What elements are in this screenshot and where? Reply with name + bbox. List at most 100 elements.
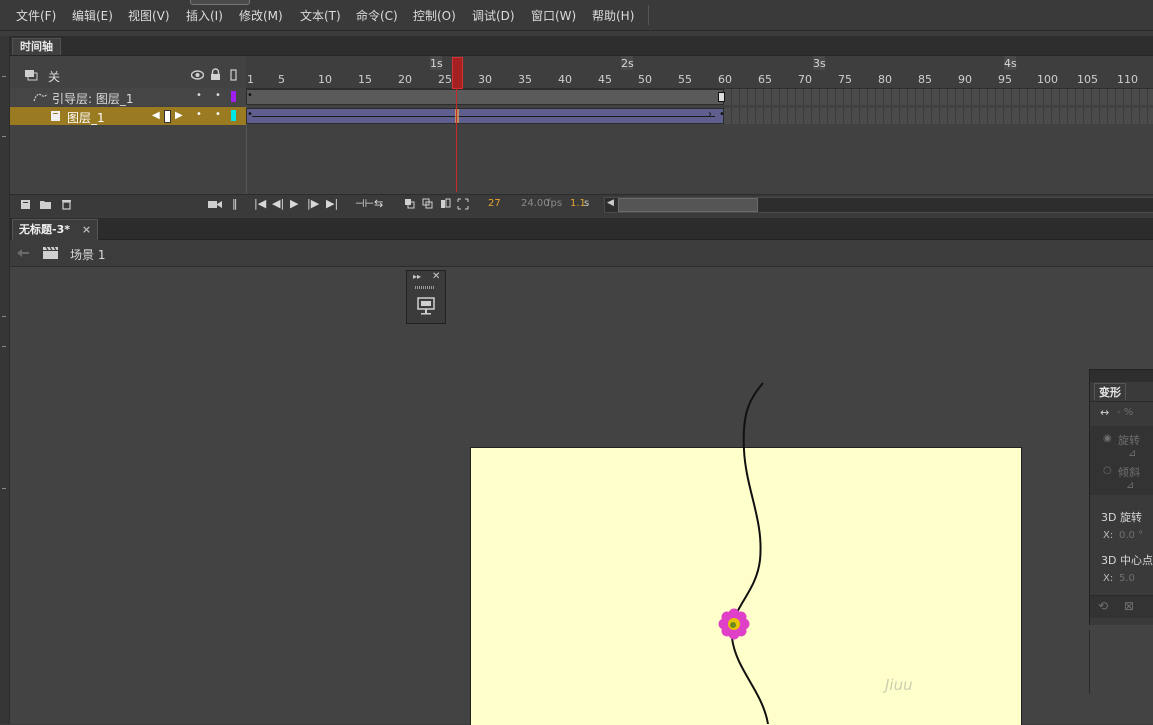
menu-view[interactable]: 视图(V) [128,7,170,24]
guide-layer-icon [33,93,48,102]
transform-panel: 变形 ↔ - % ◉ 旋转 ⊿ ○ 倾斜 ⊿ 3D 旋转 X: 0.0 ° 3D… [1089,369,1153,625]
loop-icon[interactable]: ⇆ [374,198,383,210]
lock-icon[interactable] [210,68,221,81]
frame-number: 75 [838,73,852,86]
show-all-layers-icon[interactable] [24,69,38,81]
menu-insert[interactable]: 插入(I) [186,7,223,24]
document-tab-title: 无标题-3* [19,223,70,236]
tween-arrow-line [252,116,715,117]
frame-number: 45 [598,73,612,86]
current-frame-value[interactable]: 27 [488,198,501,209]
center-frame-icon[interactable]: ⊣⊢ [355,198,374,210]
empty-frames[interactable] [724,89,1153,105]
motion-guide-path[interactable] [700,370,800,724]
close-icon[interactable]: ✕ [432,271,440,282]
play-icon[interactable]: ▶ [290,198,298,210]
frame-number: 10 [318,73,332,86]
menu-window[interactable]: 窗口(W) [531,7,576,24]
menu-debug[interactable]: 调试(D) [472,7,515,24]
lock-dot[interactable]: • [215,90,221,101]
workspace-switcher-handle[interactable] [190,0,250,5]
expand-panel-icon[interactable]: ▸▸ [413,272,421,281]
onion-skin-icon[interactable] [404,198,415,209]
skew-radio[interactable]: ○ [1103,465,1112,476]
second-label: 3s [813,57,826,70]
layer-row-guide[interactable]: 引导层: 图层_1 • • [10,88,246,106]
scroll-left-icon[interactable]: ◀ [607,198,614,208]
link-scale-icon[interactable]: ↔ [1100,406,1109,419]
skew-angle-icon: ⊿ [1126,480,1135,491]
delete-icon[interactable] [61,198,72,210]
edit-multiple-frames-icon[interactable] [440,198,451,209]
first-frame-icon[interactable]: |◀ [254,198,266,210]
prev-keyframe-icon[interactable]: ◀ [152,110,160,121]
camera-icon[interactable] [208,200,222,209]
layer-header-label: 关 [48,70,61,84]
visibility-dot[interactable]: • [196,109,202,120]
keyframe-dot[interactable]: • [247,90,253,101]
next-keyframe-icon[interactable]: ▶ [175,110,183,121]
step-forward-icon[interactable]: |▶ [307,198,319,210]
empty-frames[interactable] [724,108,1153,124]
document-tab[interactable]: 无标题-3* × [12,219,99,240]
layer-color-swatch[interactable] [231,91,236,102]
eye-icon[interactable] [191,70,204,80]
reset-transform-icon[interactable]: ⊠ [1124,599,1134,613]
new-folder-icon[interactable] [39,199,52,210]
duplicate-transform-icon[interactable]: ⟲ [1098,599,1108,613]
layer-row-selected[interactable]: 图层_1 ◀ ▶ • • [10,107,246,125]
panel-header[interactable] [1090,370,1153,382]
menu-file[interactable]: 文件(F) [16,7,56,24]
menu-commands[interactable]: 命令(C) [356,7,398,24]
menu-edit[interactable]: 编辑(E) [72,7,113,24]
step-back-icon[interactable]: ◀| [272,198,284,210]
panel-edge [1089,630,1090,694]
onion-outline-icon[interactable] [422,198,433,209]
add-keyframe-icon[interactable] [164,110,171,123]
frames-row-selected[interactable]: › • • [246,107,1153,125]
frame-number: 110 [1117,73,1138,86]
scene-label[interactable]: 场景 1 [70,246,105,263]
center3d-x-value[interactable]: 5.0 [1119,573,1135,584]
new-layer-icon[interactable] [20,199,32,210]
back-arrow-icon[interactable] [16,248,30,258]
last-frame-icon[interactable]: ▶| [326,198,338,210]
lock-dot[interactable]: • [215,109,221,120]
rotate3d-x-value[interactable]: 0.0 ° [1119,530,1143,541]
visibility-dot[interactable]: • [196,90,202,101]
output-panel-icon[interactable] [416,296,436,316]
panel-grip[interactable] [415,286,435,289]
keyframe-dot[interactable]: • [247,109,253,120]
frame-ruler[interactable]: 1s 2s 3s 4s 1 5 10 15 20 25 30 35 40 45 … [246,56,1153,89]
menubar-divider [648,5,649,25]
outline-icon[interactable] [230,69,238,81]
static-frame-span[interactable] [246,89,724,105]
layer-name-guide[interactable]: 引导层: 图层_1 [52,90,134,107]
keyframe-dot[interactable]: • [719,109,725,120]
menu-control[interactable]: 控制(O) [413,7,456,24]
scale-value[interactable]: - % [1117,407,1133,418]
tab-transform[interactable]: 变形 [1094,383,1126,400]
second-label: 4s [1004,57,1017,70]
playhead[interactable] [452,57,463,89]
frame-number: 50 [638,73,652,86]
close-icon[interactable]: × [82,223,91,236]
fps-unit: fps [547,198,563,209]
fps-value[interactable]: 24.00 [521,198,550,209]
skew-label: 倾斜 [1118,466,1140,479]
flower-symbol[interactable] [715,605,753,643]
frames-row-guide[interactable]: • [246,88,1153,106]
rotate3d-label: 3D 旋转 [1101,511,1142,524]
menu-text[interactable]: 文本(T) [300,7,341,24]
end-frame-marker[interactable] [718,92,725,102]
menu-help[interactable]: 帮助(H) [592,7,634,24]
frame-number: 1 [247,73,254,86]
modify-markers-icon[interactable] [457,198,469,210]
layer-name-selected[interactable]: 图层_1 [67,109,105,126]
menu-modify[interactable]: 修改(M) [239,7,283,24]
tab-timeline[interactable]: 时间轴 [12,38,61,55]
scrollbar-thumb[interactable] [618,198,758,212]
rotate-radio[interactable]: ◉ [1103,433,1112,444]
frame-number: 20 [398,73,412,86]
layer-color-swatch[interactable] [231,110,236,121]
